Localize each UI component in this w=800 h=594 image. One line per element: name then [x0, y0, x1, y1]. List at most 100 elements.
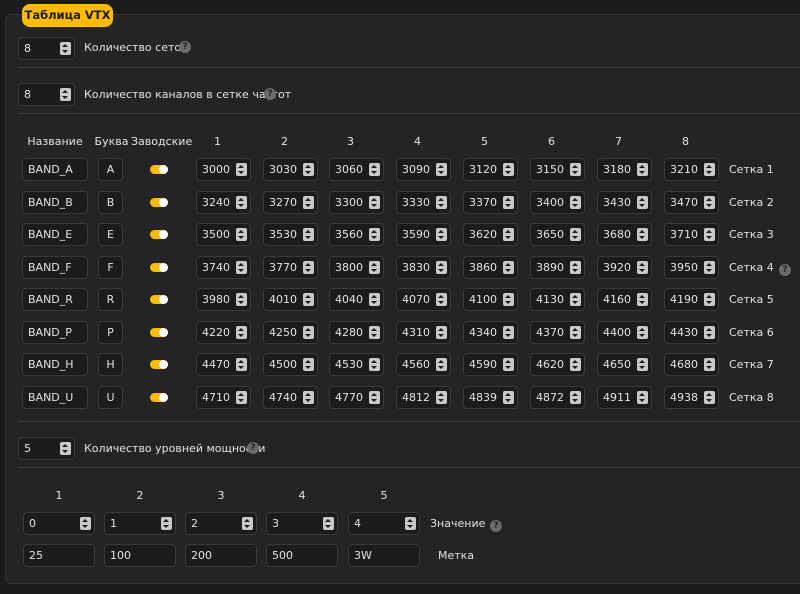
band-name-input[interactable]: BAND_H: [22, 353, 88, 376]
factory-toggle[interactable]: [150, 165, 168, 174]
power-label-input[interactable]: 3W: [348, 544, 420, 567]
spinner-arrows-icon[interactable]: [503, 326, 514, 339]
power-value-stepper[interactable]: 4: [348, 512, 420, 535]
vtx-table-tab[interactable]: Таблица VTX: [22, 4, 113, 27]
frequency-stepper[interactable]: 3500: [196, 223, 251, 246]
spinner-arrows-icon[interactable]: [436, 196, 447, 209]
spinner-arrows-icon[interactable]: [503, 228, 514, 241]
spinner-arrows-icon[interactable]: [704, 293, 715, 306]
power-value-stepper[interactable]: 2: [185, 512, 257, 535]
frequency-stepper[interactable]: 3090: [396, 158, 451, 181]
frequency-stepper[interactable]: 3030: [263, 158, 318, 181]
spinner-arrows-icon[interactable]: [637, 196, 648, 209]
frequency-stepper[interactable]: 4710: [196, 386, 251, 409]
spinner-arrows-icon[interactable]: [236, 196, 247, 209]
spinner-arrows-icon[interactable]: [637, 261, 648, 274]
power-value-stepper[interactable]: 1: [104, 512, 176, 535]
spinner-arrows-icon[interactable]: [236, 326, 247, 339]
spinner-arrows-icon[interactable]: [637, 358, 648, 371]
frequency-stepper[interactable]: 3000: [196, 158, 251, 181]
frequency-stepper[interactable]: 4400: [597, 321, 652, 344]
frequency-stepper[interactable]: 3920: [597, 256, 652, 279]
frequency-stepper[interactable]: 4911: [597, 386, 652, 409]
channels-count-stepper[interactable]: 8: [18, 83, 75, 106]
frequency-stepper[interactable]: 4310: [396, 321, 451, 344]
spinner-arrows-icon[interactable]: [369, 358, 380, 371]
band-name-input[interactable]: BAND_E: [22, 223, 88, 246]
spinner-arrows-icon[interactable]: [570, 293, 581, 306]
frequency-stepper[interactable]: 3060: [329, 158, 384, 181]
power-levels-stepper[interactable]: 5: [18, 437, 75, 460]
spinner-arrows-icon[interactable]: [303, 163, 314, 176]
spinner-arrows-icon[interactable]: [242, 517, 253, 530]
band-letter-input[interactable]: F: [98, 256, 123, 279]
spinner-arrows-icon[interactable]: [637, 391, 648, 404]
spinner-arrows-icon[interactable]: [704, 358, 715, 371]
frequency-stepper[interactable]: 3950: [664, 256, 719, 279]
spinner-arrows-icon[interactable]: [236, 163, 247, 176]
spinner-arrows-icon[interactable]: [369, 228, 380, 241]
spinner-arrows-icon[interactable]: [303, 293, 314, 306]
factory-toggle[interactable]: [150, 328, 168, 337]
frequency-stepper[interactable]: 4740: [263, 386, 318, 409]
frequency-stepper[interactable]: 3270: [263, 191, 318, 214]
frequency-stepper[interactable]: 3330: [396, 191, 451, 214]
factory-toggle[interactable]: [150, 230, 168, 239]
spinner-arrows-icon[interactable]: [570, 391, 581, 404]
frequency-stepper[interactable]: 3650: [530, 223, 585, 246]
spinner-arrows-icon[interactable]: [570, 228, 581, 241]
help-icon[interactable]: ?: [264, 88, 276, 100]
spinner-arrows-icon[interactable]: [436, 358, 447, 371]
band-name-input[interactable]: BAND_P: [22, 321, 88, 344]
frequency-stepper[interactable]: 3470: [664, 191, 719, 214]
frequency-stepper[interactable]: 4070: [396, 288, 451, 311]
frequency-stepper[interactable]: 3590: [396, 223, 451, 246]
frequency-stepper[interactable]: 4872: [530, 386, 585, 409]
spinner-arrows-icon[interactable]: [303, 228, 314, 241]
help-icon[interactable]: ?: [247, 442, 259, 454]
spinner-arrows-icon[interactable]: [704, 196, 715, 209]
frequency-stepper[interactable]: 4010: [263, 288, 318, 311]
frequency-stepper[interactable]: 3770: [263, 256, 318, 279]
spinner-arrows-icon[interactable]: [570, 196, 581, 209]
power-label-input[interactable]: 100: [104, 544, 176, 567]
frequency-stepper[interactable]: 4280: [329, 321, 384, 344]
factory-toggle[interactable]: [150, 393, 168, 402]
frequency-stepper[interactable]: 4590: [463, 353, 518, 376]
frequency-stepper[interactable]: 4340: [463, 321, 518, 344]
frequency-stepper[interactable]: 3300: [329, 191, 384, 214]
band-name-input[interactable]: BAND_R: [22, 288, 88, 311]
band-letter-input[interactable]: E: [98, 223, 123, 246]
spinner-arrows-icon[interactable]: [503, 358, 514, 371]
frequency-stepper[interactable]: 4620: [530, 353, 585, 376]
spinner-arrows-icon[interactable]: [369, 196, 380, 209]
factory-toggle[interactable]: [150, 295, 168, 304]
spinner-arrows-icon[interactable]: [570, 358, 581, 371]
spinner-arrows-icon[interactable]: [637, 293, 648, 306]
frequency-stepper[interactable]: 4680: [664, 353, 719, 376]
frequency-stepper[interactable]: 4370: [530, 321, 585, 344]
frequency-stepper[interactable]: 3400: [530, 191, 585, 214]
band-letter-input[interactable]: H: [98, 353, 123, 376]
frequency-stepper[interactable]: 4938: [664, 386, 719, 409]
spinner-arrows-icon[interactable]: [704, 391, 715, 404]
band-name-input[interactable]: BAND_A: [22, 158, 88, 181]
frequency-stepper[interactable]: 3430: [597, 191, 652, 214]
frequency-stepper[interactable]: 4650: [597, 353, 652, 376]
frequency-stepper[interactable]: 4220: [196, 321, 251, 344]
spinner-arrows-icon[interactable]: [323, 517, 334, 530]
spinner-arrows-icon[interactable]: [436, 293, 447, 306]
frequency-stepper[interactable]: 3180: [597, 158, 652, 181]
spinner-arrows-icon[interactable]: [369, 293, 380, 306]
spinner-arrows-icon[interactable]: [60, 42, 71, 55]
factory-toggle[interactable]: [150, 263, 168, 272]
frequency-stepper[interactable]: 3120: [463, 158, 518, 181]
spinner-arrows-icon[interactable]: [503, 293, 514, 306]
frequency-stepper[interactable]: 3240: [196, 191, 251, 214]
frequency-stepper[interactable]: 3150: [530, 158, 585, 181]
spinner-arrows-icon[interactable]: [503, 261, 514, 274]
spinner-arrows-icon[interactable]: [704, 326, 715, 339]
spinner-arrows-icon[interactable]: [704, 163, 715, 176]
spinner-arrows-icon[interactable]: [405, 517, 416, 530]
spinner-arrows-icon[interactable]: [236, 391, 247, 404]
